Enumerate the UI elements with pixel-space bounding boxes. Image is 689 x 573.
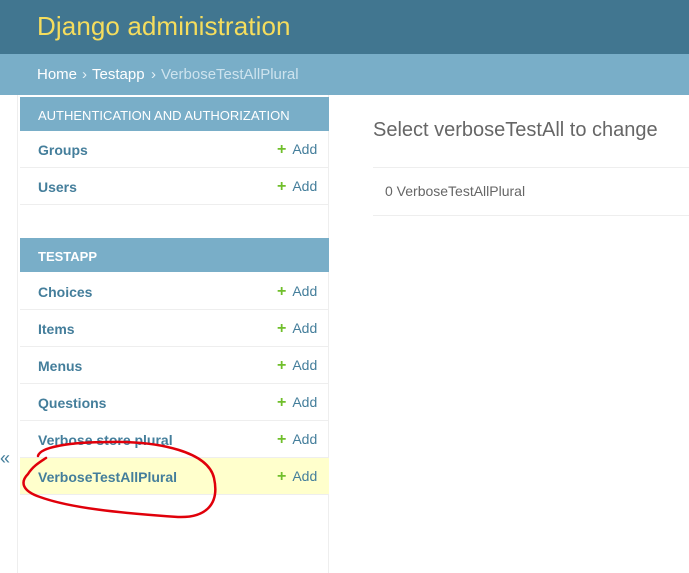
header: Django administration bbox=[0, 0, 689, 54]
nav-sidebar: AUTHENTICATION AND AUTHORIZATION Groups … bbox=[17, 95, 329, 573]
add-groups-button[interactable]: + Add bbox=[277, 141, 317, 159]
model-link-questions[interactable]: Questions bbox=[38, 395, 106, 411]
model-link-verbose-test-all[interactable]: VerboseTestAllPlural bbox=[38, 469, 177, 485]
add-label: Add bbox=[292, 394, 318, 410]
module-caption-auth[interactable]: AUTHENTICATION AND AUTHORIZATION bbox=[20, 97, 329, 131]
add-label: Add bbox=[292, 431, 318, 447]
sidebar-item-users: Users + Add bbox=[20, 168, 329, 205]
add-icon: + bbox=[277, 468, 287, 485]
model-link-menus[interactable]: Menus bbox=[38, 358, 82, 374]
breadcrumb-current: VerboseTestAllPlural bbox=[161, 66, 299, 83]
breadcrumb-separator: › bbox=[151, 66, 156, 83]
add-users-button[interactable]: + Add bbox=[277, 178, 317, 196]
sidebar-item-menus: Menus + Add bbox=[20, 347, 329, 384]
sidebar-item-verbose-store: Verbose store plural + Add bbox=[20, 421, 329, 458]
breadcrumb: Home › Testapp › VerboseTestAllPlural bbox=[0, 54, 689, 95]
sidebar-item-items: Items + Add bbox=[20, 310, 329, 347]
sidebar-item-questions: Questions + Add bbox=[20, 384, 329, 421]
add-icon: + bbox=[277, 431, 287, 448]
add-label: Add bbox=[292, 468, 318, 484]
add-label: Add bbox=[292, 283, 318, 299]
model-link-items[interactable]: Items bbox=[38, 321, 75, 337]
breadcrumb-home-link[interactable]: Home bbox=[37, 66, 77, 83]
add-icon: + bbox=[277, 357, 287, 374]
add-icon: + bbox=[277, 394, 287, 411]
add-icon: + bbox=[277, 320, 287, 337]
result-list: 0 VerboseTestAllPlural bbox=[373, 167, 689, 216]
page-title: Select verboseTestAll to change bbox=[373, 119, 658, 141]
add-label: Add bbox=[292, 141, 318, 157]
paginator-count: 0 VerboseTestAllPlural bbox=[385, 183, 526, 199]
model-link-groups[interactable]: Groups bbox=[38, 142, 88, 158]
add-verbose-test-all-button[interactable]: + Add bbox=[277, 468, 317, 486]
site-title[interactable]: Django administration bbox=[37, 11, 291, 42]
add-label: Add bbox=[292, 178, 318, 194]
model-link-users[interactable]: Users bbox=[38, 179, 77, 195]
sidebar-item-verbose-test-all: VerboseTestAllPlural + Add bbox=[20, 458, 329, 495]
add-questions-button[interactable]: + Add bbox=[277, 394, 317, 412]
sidebar-item-choices: Choices + Add bbox=[20, 273, 329, 310]
double-chevron-left-icon[interactable]: « bbox=[0, 448, 10, 469]
add-menus-button[interactable]: + Add bbox=[277, 357, 317, 375]
sidebar-item-groups: Groups + Add bbox=[20, 131, 329, 168]
add-choices-button[interactable]: + Add bbox=[277, 283, 317, 301]
add-icon: + bbox=[277, 141, 287, 158]
add-label: Add bbox=[292, 320, 318, 336]
model-link-verbose-store[interactable]: Verbose store plural bbox=[38, 432, 173, 448]
add-icon: + bbox=[277, 178, 287, 195]
add-label: Add bbox=[292, 357, 318, 373]
model-link-choices[interactable]: Choices bbox=[38, 284, 92, 300]
breadcrumb-app-link[interactable]: Testapp bbox=[92, 66, 145, 83]
add-icon: + bbox=[277, 283, 287, 300]
add-items-button[interactable]: + Add bbox=[277, 320, 317, 338]
module-caption-testapp[interactable]: TESTAPP bbox=[20, 238, 329, 272]
breadcrumb-separator: › bbox=[82, 66, 87, 83]
add-verbose-store-button[interactable]: + Add bbox=[277, 431, 317, 449]
